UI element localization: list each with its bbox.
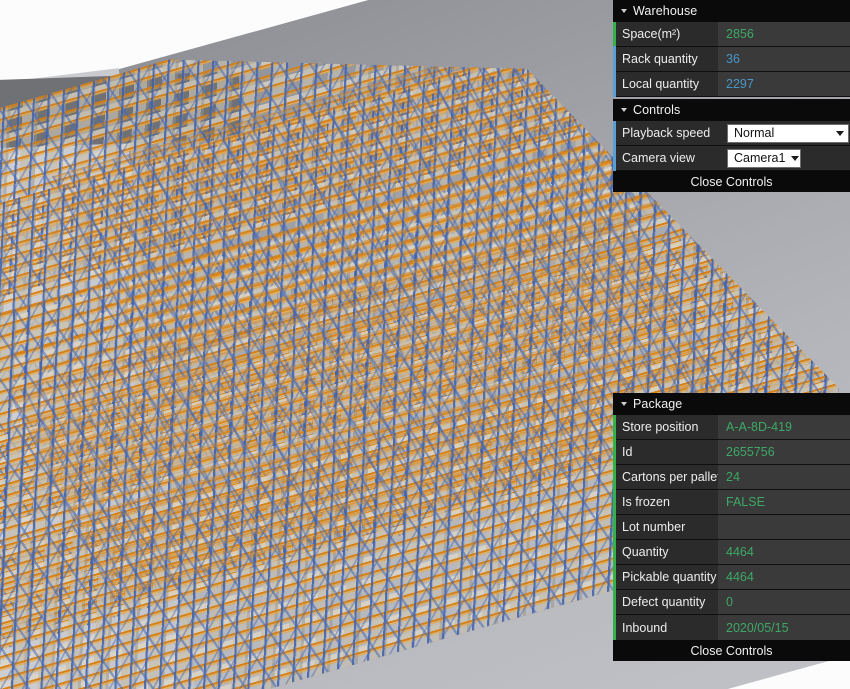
table-row: Space(m²) 2856 — [613, 22, 850, 47]
table-row: Defect quantity 0 — [613, 590, 850, 615]
row-value-playback-speed: Normal — [718, 121, 850, 145]
row-label-pickable-quantity: Pickable quantity — [613, 565, 718, 589]
table-row: Playback speed Normal — [613, 121, 850, 146]
camera-view-select[interactable]: Camera1 — [727, 148, 801, 168]
row-value-cartons-per-pallet: 24 — [718, 465, 850, 489]
row-value-rack-quantity: 36 — [718, 47, 850, 71]
row-label-camera-view: Camera view — [613, 146, 718, 170]
row-value-space: 2856 — [718, 22, 850, 46]
row-value-defect-quantity: 0 — [718, 590, 850, 614]
row-value-lot-number — [718, 515, 850, 539]
controls-panel-title: Controls — [633, 103, 681, 117]
table-row: Rack quantity 36 — [613, 47, 850, 72]
table-row: Id 2655756 — [613, 440, 850, 465]
row-label-is-frozen: Is frozen — [613, 490, 718, 514]
row-value-pickable-quantity: 4464 — [718, 565, 850, 589]
table-row: Quantity 4464 — [613, 540, 850, 565]
warehouse-panel-title: Warehouse — [633, 4, 698, 18]
controls-accent-bar — [613, 121, 616, 171]
row-label-local-quantity: Local quantity — [613, 72, 718, 96]
camera-view-value: Camera1 — [734, 151, 786, 165]
chevron-down-icon — [836, 130, 844, 136]
table-row: Store position A-A-8D-419 — [613, 415, 850, 440]
table-row: Is frozen FALSE — [613, 490, 850, 515]
row-value-store-position: A-A-8D-419 — [718, 415, 850, 439]
warehouse-panel-header[interactable]: Warehouse — [613, 0, 850, 22]
chevron-down-icon — [621, 9, 627, 13]
warehouse-rows: Space(m²) 2856 Rack quantity 36 Local qu… — [613, 22, 850, 97]
controls-rows: Playback speed Normal Camera view Camera… — [613, 121, 850, 171]
row-label-defect-quantity: Defect quantity — [613, 590, 718, 614]
package-rows: Store position A-A-8D-419 Id 2655756 Car… — [613, 415, 850, 640]
row-label-quantity: Quantity — [613, 540, 718, 564]
row-value-camera-view: Camera1 — [718, 146, 850, 170]
package-accent-bar — [613, 415, 616, 640]
table-row: Local quantity 2297 — [613, 72, 850, 97]
table-row: Camera view Camera1 — [613, 146, 850, 171]
table-row: Pickable quantity 4464 — [613, 565, 850, 590]
row-value-local-quantity: 2297 — [718, 72, 850, 96]
playback-speed-value: Normal — [734, 126, 775, 140]
row-label-inbound: Inbound — [613, 615, 718, 640]
row-label-cartons-per-pallet: Cartons per pallet — [613, 465, 718, 489]
close-controls-button[interactable]: Close Controls — [613, 171, 850, 192]
row-label-lot-number: Lot number — [613, 515, 718, 539]
warehouse-accent-bar — [613, 22, 616, 97]
close-package-button[interactable]: Close Controls — [613, 640, 850, 661]
playback-speed-select[interactable]: Normal — [727, 123, 849, 143]
row-value-quantity: 4464 — [718, 540, 850, 564]
package-panel-title: Package — [633, 397, 683, 411]
controls-panel-header[interactable]: Controls — [613, 99, 850, 121]
package-panel: Package Store position A-A-8D-419 Id 265… — [613, 393, 850, 661]
row-label-rack-quantity: Rack quantity — [613, 47, 718, 71]
table-row: Cartons per pallet 24 — [613, 465, 850, 490]
row-label-space: Space(m²) — [613, 22, 718, 46]
chevron-down-icon — [621, 108, 627, 112]
row-value-inbound: 2020/05/15 — [718, 615, 850, 640]
row-label-id: Id — [613, 440, 718, 464]
chevron-down-icon — [791, 155, 800, 161]
row-value-is-frozen: FALSE — [718, 490, 850, 514]
table-row: Lot number — [613, 515, 850, 540]
row-label-store-position: Store position — [613, 415, 718, 439]
row-value-id: 2655756 — [718, 440, 850, 464]
table-row: Inbound 2020/05/15 — [613, 615, 850, 640]
row-label-playback-speed: Playback speed — [613, 121, 718, 145]
package-panel-header[interactable]: Package — [613, 393, 850, 415]
warehouse-simulation-app: Warehouse Space(m²) 2856 Rack quantity 3… — [0, 0, 850, 689]
warehouse-panel: Warehouse Space(m²) 2856 Rack quantity 3… — [613, 0, 850, 97]
controls-panel: Controls Playback speed Normal Camera vi… — [613, 99, 850, 192]
chevron-down-icon — [621, 402, 627, 406]
